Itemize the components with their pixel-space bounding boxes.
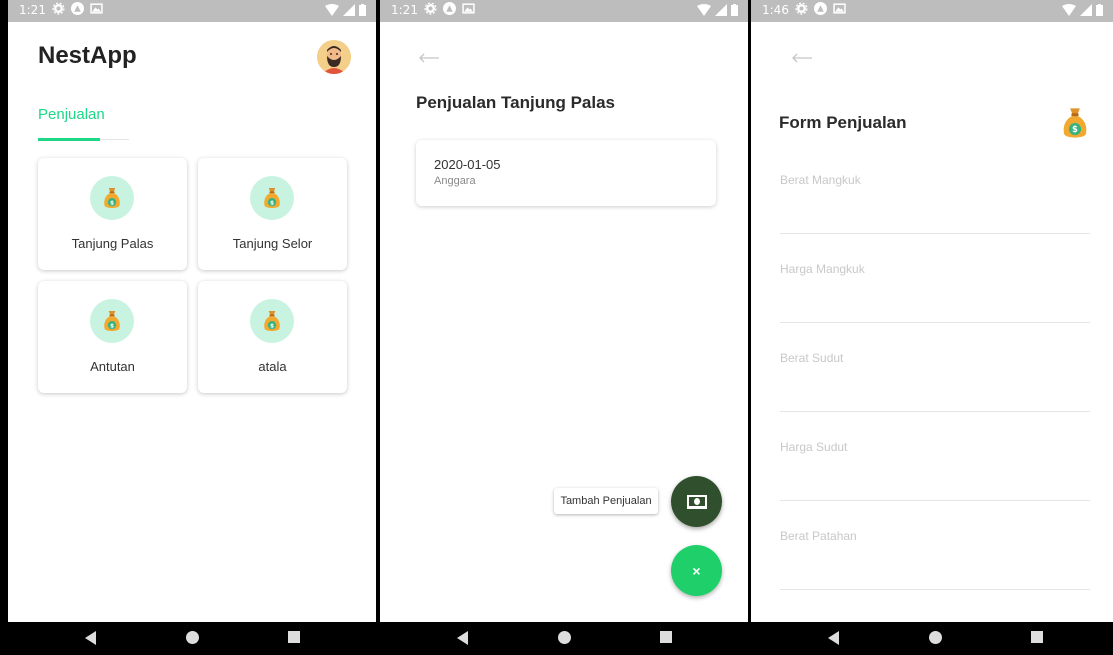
card-label: Tanjung Palas xyxy=(71,236,154,251)
app-notification-icon xyxy=(443,2,456,15)
card-label: Antutan xyxy=(90,359,135,374)
back-triangle-icon[interactable] xyxy=(85,631,96,645)
image-icon xyxy=(833,3,846,14)
avatar[interactable] xyxy=(317,40,351,74)
back-triangle-icon[interactable] xyxy=(457,631,468,645)
signal-icon xyxy=(715,4,727,16)
recent-square-icon[interactable] xyxy=(660,631,672,643)
field-placeholder: Berat Mangkuk xyxy=(780,173,861,187)
card-label: Tanjung Selor xyxy=(232,236,313,251)
settings-icon xyxy=(52,2,65,15)
money-bag-icon xyxy=(102,186,122,210)
money-bag-icon xyxy=(1060,106,1090,140)
entry-name: Anggara xyxy=(434,175,476,187)
field-placeholder: Berat Sudut xyxy=(780,351,844,365)
app-notification-icon xyxy=(814,2,827,15)
field-placeholder: Berat Patahan xyxy=(780,529,857,543)
home-circle-icon[interactable] xyxy=(186,631,199,644)
app-title: NestApp xyxy=(38,42,137,69)
card-label: atala xyxy=(258,359,287,374)
location-card-tanjung-selor[interactable]: Tanjung Selor xyxy=(198,158,347,270)
field-placeholder: Harga Mangkuk xyxy=(780,262,865,276)
sales-list-screen: 1:21 Penjualan Tanjung Palas 2020-01-05 … xyxy=(380,0,748,655)
back-arrow-icon[interactable] xyxy=(791,52,813,64)
recent-square-icon[interactable] xyxy=(288,631,300,643)
status-bar: 1:46 xyxy=(751,0,1113,22)
system-nav-bar xyxy=(751,622,1113,655)
battery-icon xyxy=(731,4,738,16)
form-title: Form Penjualan xyxy=(779,113,907,132)
battery-icon xyxy=(1096,4,1103,16)
signal-icon xyxy=(343,4,355,16)
add-sale-button[interactable] xyxy=(671,476,722,527)
home-circle-icon[interactable] xyxy=(929,631,942,644)
harga-sudut-field[interactable]: Harga Sudut xyxy=(780,440,1090,501)
status-bar: 1:21 xyxy=(380,0,748,22)
field-placeholder: Harga Sudut xyxy=(780,440,848,454)
location-card-antutan[interactable]: Antutan xyxy=(38,281,187,393)
recent-square-icon[interactable] xyxy=(1031,631,1043,643)
image-icon xyxy=(462,3,475,14)
system-nav-bar xyxy=(380,622,748,655)
location-card-atala[interactable]: atala xyxy=(198,281,347,393)
money-bag-icon xyxy=(102,309,122,333)
tab-indicator xyxy=(38,138,100,141)
fab-close-button[interactable]: × xyxy=(671,545,722,596)
home-screen: 1:21 NestApp Penjualan Tanjung Palas Tan… xyxy=(8,0,376,655)
berat-mangkuk-field[interactable]: Berat Mangkuk xyxy=(780,173,1090,234)
wifi-icon xyxy=(697,4,711,16)
entry-date: 2020-01-05 xyxy=(434,157,501,172)
signal-icon xyxy=(1080,4,1092,16)
home-circle-icon[interactable] xyxy=(558,631,571,644)
berat-sudut-field[interactable]: Berat Sudut xyxy=(780,351,1090,412)
sales-entry-card[interactable]: 2020-01-05 Anggara xyxy=(416,140,716,206)
tab-penjualan[interactable]: Penjualan xyxy=(38,106,105,123)
settings-icon xyxy=(795,2,808,15)
status-time: 1:46 xyxy=(762,3,789,17)
money-bag-icon xyxy=(262,309,282,333)
add-sale-tooltip[interactable]: Tambah Penjualan xyxy=(554,488,658,514)
money-bag-icon xyxy=(262,186,282,210)
location-card-tanjung-palas[interactable]: Tanjung Palas xyxy=(38,158,187,270)
back-triangle-icon[interactable] xyxy=(828,631,839,645)
app-notification-icon xyxy=(71,2,84,15)
berat-patahan-field[interactable]: Berat Patahan xyxy=(780,529,1090,590)
page-title: Penjualan Tanjung Palas xyxy=(416,93,616,112)
status-bar: 1:21 xyxy=(8,0,376,22)
image-icon xyxy=(90,3,103,14)
status-time: 1:21 xyxy=(19,3,46,17)
battery-icon xyxy=(359,4,366,16)
harga-mangkuk-field[interactable]: Harga Mangkuk xyxy=(780,262,1090,323)
status-time: 1:21 xyxy=(391,3,418,17)
sales-form-screen: 1:46 Form Penjualan Berat Mangkuk Harga … xyxy=(751,0,1113,655)
wifi-icon xyxy=(325,4,339,16)
system-nav-bar xyxy=(8,622,376,655)
wifi-icon xyxy=(1062,4,1076,16)
cash-icon xyxy=(686,494,707,509)
back-arrow-icon[interactable] xyxy=(418,52,440,64)
settings-icon xyxy=(424,2,437,15)
avatar-icon xyxy=(317,40,351,74)
